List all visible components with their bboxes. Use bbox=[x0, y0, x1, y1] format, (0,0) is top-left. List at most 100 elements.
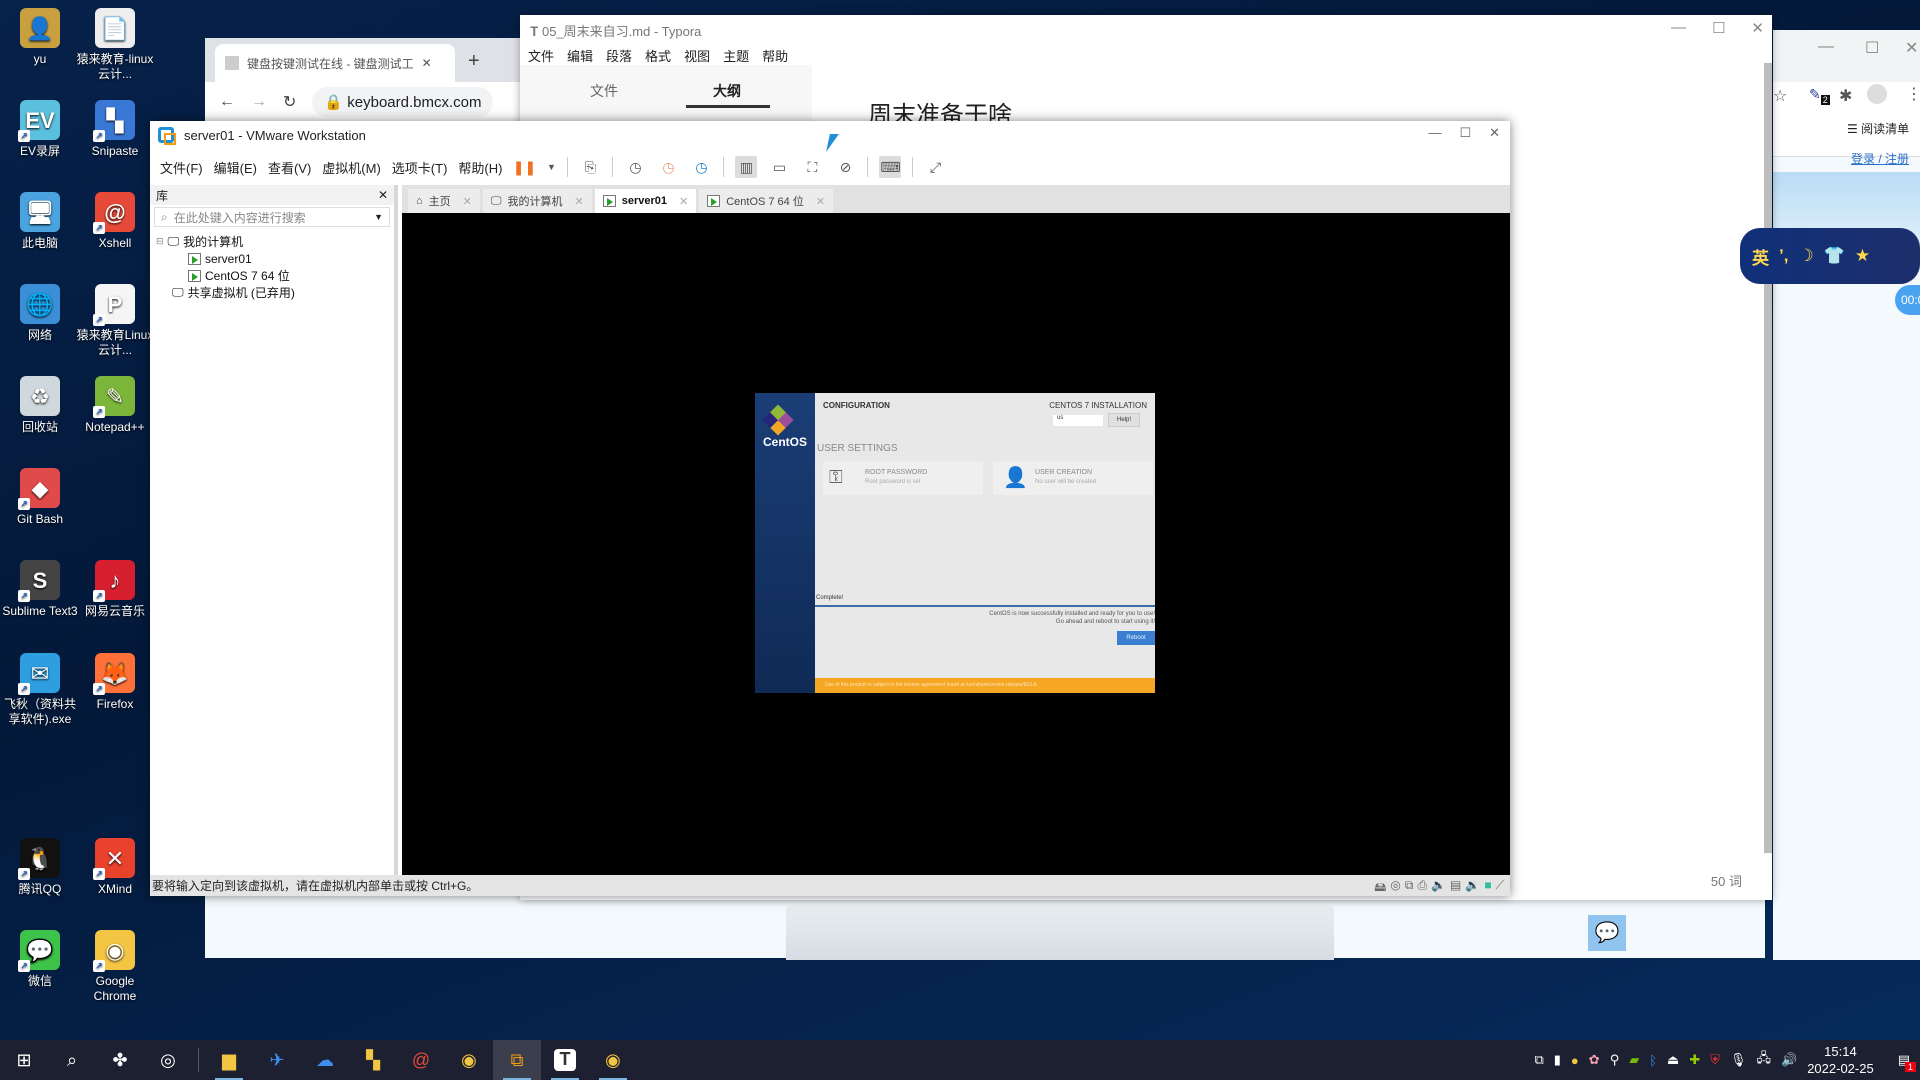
search-button[interactable]: ⌕ bbox=[48, 1040, 96, 1080]
keyboard-layout[interactable]: us bbox=[1053, 415, 1103, 426]
start-button[interactable]: ⊞ bbox=[0, 1040, 48, 1080]
menu-theme[interactable]: 主题 bbox=[723, 46, 749, 65]
bluetooth-icon[interactable]: ᛒ bbox=[1649, 1053, 1657, 1068]
speaker-icon[interactable]: 🔉 bbox=[1465, 878, 1480, 899]
usb-icon[interactable]: ▤ bbox=[1450, 878, 1461, 899]
menu-edit[interactable]: 编辑(E) bbox=[214, 158, 257, 177]
menu-file[interactable]: 文件(F) bbox=[160, 158, 203, 177]
library-search-input[interactable]: ⌕ 在此处键入内容进行搜索 ▼ bbox=[154, 207, 390, 227]
tree-item-my-computer[interactable]: ⊟ 🖵 我的计算机 bbox=[150, 233, 394, 250]
menu-format[interactable]: 格式 bbox=[645, 46, 671, 65]
sidebar-tab-outline[interactable]: 大纲 bbox=[713, 81, 741, 101]
menu-paragraph[interactable]: 段落 bbox=[606, 46, 632, 65]
volume-icon[interactable]: 🔊 bbox=[1781, 1052, 1797, 1068]
ime-skin-icon[interactable]: 👕 bbox=[1824, 246, 1845, 266]
menu-tabs[interactable]: 选项卡(T) bbox=[392, 158, 448, 177]
minimize-icon[interactable]: — bbox=[1671, 19, 1686, 37]
desktop-icon[interactable]: ♪ ↗ 网易云音乐 bbox=[75, 560, 155, 619]
puzzle-icon[interactable]: ✱ bbox=[1839, 86, 1852, 106]
tray-bookmark-icon[interactable]: ▮ bbox=[1554, 1052, 1561, 1068]
close-library-icon[interactable]: ✕ bbox=[378, 188, 388, 202]
desktop-icon[interactable]: ✎ ↗ Notepad++ bbox=[75, 376, 155, 435]
stretch-icon[interactable]: ⤢ bbox=[924, 156, 946, 178]
defender-icon[interactable]: ⛨ bbox=[1710, 1052, 1720, 1068]
tab-my-computer[interactable]: 🖵 我的计算机 ✕ bbox=[482, 189, 592, 213]
security-icon[interactable]: ✚ bbox=[1689, 1052, 1700, 1068]
clock[interactable]: 15:14 2022-02-25 bbox=[1807, 1043, 1874, 1077]
desktop-icon[interactable]: ▚ ↗ Snipaste bbox=[75, 100, 155, 159]
chevron-down-icon[interactable]: ▼ bbox=[374, 212, 383, 222]
desktop-icon[interactable]: ◆ ↗ Git Bash bbox=[0, 468, 80, 527]
ime-widget[interactable]: 英 ʼ, ☽ 👕 ★ bbox=[1740, 228, 1920, 284]
maximize-icon[interactable]: ☐ bbox=[1865, 38, 1879, 58]
snapshot-icon[interactable]: ◷ bbox=[624, 156, 646, 178]
minimize-icon[interactable]: — bbox=[1818, 38, 1834, 56]
chat-icon[interactable]: 💬 bbox=[1588, 915, 1626, 951]
tab-centos7[interactable]: CentOS 7 64 位 ✕ bbox=[699, 189, 834, 213]
menu-view[interactable]: 查看(V) bbox=[268, 158, 311, 177]
printer-icon[interactable]: ⎙ bbox=[1417, 878, 1427, 899]
desktop-icon[interactable]: S ↗ Sublime Text3 bbox=[0, 560, 80, 619]
taskbar-chrome-2[interactable]: ◉ bbox=[589, 1040, 637, 1080]
menu-help[interactable]: 帮助 bbox=[762, 46, 788, 65]
tab-home[interactable]: ⌂ 主页 ✕ bbox=[408, 189, 480, 213]
desktop-icon[interactable]: ✕ ↗ XMind bbox=[75, 838, 155, 897]
bookmark-star-icon[interactable]: ☆ bbox=[1773, 86, 1787, 106]
desktop-icon[interactable]: 👤 yu bbox=[0, 8, 80, 67]
pause-icon[interactable]: ❚❚ bbox=[513, 156, 536, 178]
maximize-icon[interactable]: ☐ bbox=[1459, 125, 1471, 141]
close-tab-icon[interactable]: ✕ bbox=[574, 195, 583, 208]
ime-language[interactable]: 英 bbox=[1752, 244, 1769, 269]
sidebar-tab-files[interactable]: 文件 bbox=[590, 81, 618, 101]
nvidia-icon[interactable]: ▰ bbox=[1629, 1052, 1639, 1068]
tray-satellite-icon[interactable]: ⚲ bbox=[1610, 1052, 1620, 1068]
console-icon[interactable]: ⌨ bbox=[879, 156, 902, 178]
desktop-icon[interactable]: ✉ ↗ 飞秋（资料共享软件).exe bbox=[0, 653, 80, 727]
usb-eject-icon[interactable]: ⏏ bbox=[1667, 1052, 1679, 1068]
hdd-icon[interactable]: 🖴 bbox=[1374, 878, 1386, 899]
revert-snapshot-icon[interactable]: ◷ bbox=[657, 156, 679, 178]
menu-vm[interactable]: 虚拟机(M) bbox=[322, 158, 381, 177]
back-icon[interactable]: ← bbox=[219, 93, 235, 111]
scrollbar[interactable] bbox=[1764, 63, 1772, 853]
tree-item-server01[interactable]: server01 bbox=[150, 250, 394, 267]
desktop-icon[interactable]: P ↗ 猿来教育Linux云计... bbox=[75, 284, 155, 358]
menu-view[interactable]: 视图 bbox=[684, 46, 710, 65]
unity-icon[interactable]: ⊘ bbox=[834, 156, 856, 178]
login-link[interactable]: 登录 / 注册 bbox=[1851, 150, 1909, 167]
menu-edit[interactable]: 编辑 bbox=[567, 46, 593, 65]
send-ctrl-alt-del-icon[interactable]: ⎘ bbox=[579, 156, 601, 178]
forward-icon[interactable]: → bbox=[251, 93, 267, 111]
cdrom-icon[interactable]: ◎ bbox=[1390, 878, 1400, 899]
reboot-button[interactable]: Reboot bbox=[1117, 631, 1155, 645]
taskbar-file-explorer[interactable]: ▆ bbox=[205, 1040, 253, 1080]
menu-help[interactable]: 帮助(H) bbox=[458, 158, 502, 177]
desktop-icon[interactable]: 🖥 此电脑 bbox=[0, 192, 80, 251]
close-tab-icon[interactable]: ✕ bbox=[816, 195, 825, 208]
taskbar-baidu-netdisk[interactable]: ☁ bbox=[301, 1040, 349, 1080]
full-screen-icon[interactable]: ⛶ bbox=[801, 156, 823, 178]
microphone-icon[interactable]: 🎙 bbox=[1730, 1052, 1747, 1068]
close-icon[interactable]: ✕ bbox=[1751, 19, 1764, 37]
desktop-icon[interactable]: ◉ ↗ Google Chrome bbox=[75, 930, 155, 1004]
taskbar-xshell[interactable]: @ bbox=[397, 1040, 445, 1080]
desktop-icon[interactable]: 🐧 ↗ 腾讯QQ bbox=[0, 838, 80, 897]
ime-punct-icon[interactable]: ʼ, bbox=[1779, 246, 1788, 266]
close-tab-icon[interactable]: ✕ bbox=[422, 56, 432, 70]
snapshot-manager-icon[interactable]: ◷ bbox=[690, 156, 712, 178]
tree-item-shared-vms[interactable]: 🖵 共享虚拟机 (已弃用) bbox=[150, 284, 394, 301]
taskbar-feishu[interactable]: ✈ bbox=[253, 1040, 301, 1080]
thumbnail-bar-icon[interactable]: ▭ bbox=[768, 156, 790, 178]
tray-flower-icon[interactable]: ✿ bbox=[1589, 1052, 1600, 1068]
tab-server01[interactable]: server01 ✕ bbox=[594, 189, 697, 213]
chevron-down-icon[interactable]: ▼ bbox=[546, 156, 556, 178]
widgets-button[interactable]: ✤ bbox=[96, 1040, 144, 1080]
help-button[interactable]: Help! bbox=[1108, 413, 1140, 427]
taskbar-vmware[interactable]: ⧉ bbox=[493, 1040, 541, 1080]
reading-list-button[interactable]: ☰ 阅读清单 bbox=[1847, 120, 1909, 137]
notification-center-icon[interactable]: ▤ 1 bbox=[1898, 1052, 1916, 1072]
ime-star-icon[interactable]: ★ bbox=[1855, 246, 1870, 266]
close-tab-icon[interactable]: ✕ bbox=[679, 195, 688, 208]
desktop-icon[interactable]: 📄 猿来教育-linux云计... bbox=[75, 8, 155, 82]
desktop-icon[interactable]: @ ↗ Xshell bbox=[75, 192, 155, 251]
